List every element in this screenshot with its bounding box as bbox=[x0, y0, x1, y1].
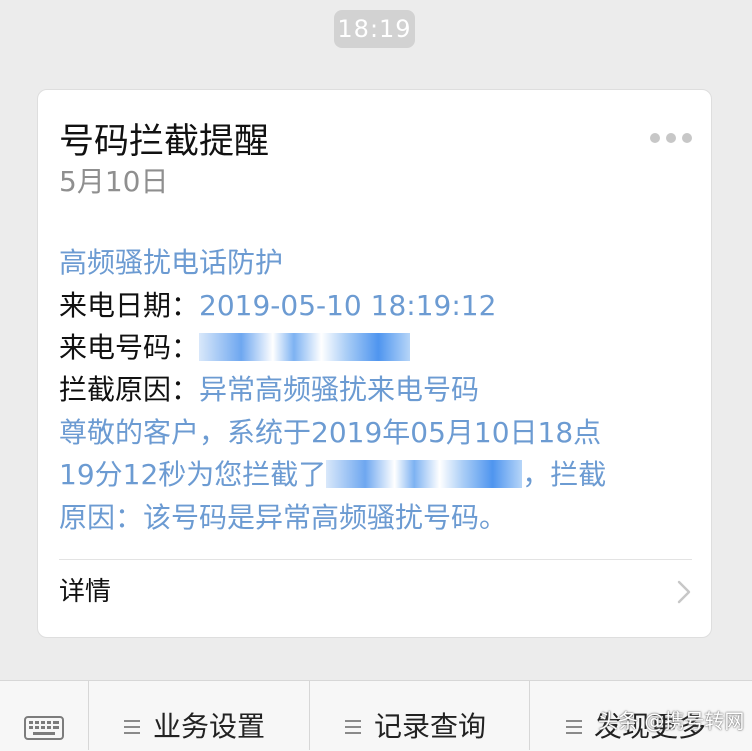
more-icon[interactable] bbox=[650, 130, 692, 146]
subtitle-line: 高频骚扰电话防护 bbox=[59, 243, 283, 283]
message-text-1: 尊敬的客户，系统于2019年05月10日18点 bbox=[59, 416, 602, 449]
menu-label-record-query: 记录查询 bbox=[374, 710, 487, 743]
chevron-right-icon[interactable] bbox=[670, 578, 698, 606]
call-date-label: 来电日期： bbox=[59, 289, 200, 322]
watermark: 头条 @携号转网 bbox=[598, 709, 745, 733]
message-line-1: 尊敬的客户，系统于2019年05月10日18点 bbox=[59, 413, 601, 453]
call-date-value: 2019-05-10 18:19:12 bbox=[199, 289, 497, 322]
call-number-line: 来电号码： bbox=[59, 328, 411, 368]
menu-lines-icon bbox=[566, 720, 582, 734]
card-title: 号码拦截提醒 bbox=[59, 122, 270, 162]
timestamp: 18:19 bbox=[334, 10, 415, 48]
message-text-2-prefix: 19分12秒为您拦截了 bbox=[59, 458, 327, 491]
menu-label-business-settings: 业务设置 bbox=[153, 710, 266, 743]
more-dot bbox=[650, 133, 660, 143]
message-line-2: 19分12秒为您拦截了 ，拦截 bbox=[59, 455, 606, 495]
more-dot bbox=[682, 133, 692, 143]
reason-value: 异常高频骚扰来电号码 bbox=[199, 373, 480, 406]
details-label: 详情 bbox=[59, 577, 112, 607]
keyboard-icon bbox=[24, 716, 64, 740]
card-date: 5月10日 bbox=[59, 165, 169, 198]
menu-lines-icon bbox=[124, 720, 140, 734]
call-date-line: 来电日期：2019-05-10 18:19:12 bbox=[59, 286, 496, 326]
reason-label: 拦截原因： bbox=[59, 373, 200, 406]
message-text-3: 原因：该号码是异常高频骚扰号码。 bbox=[59, 501, 508, 534]
more-dot bbox=[666, 133, 676, 143]
call-number-label: 来电号码： bbox=[59, 331, 200, 364]
message-text-2-suffix: ，拦截 bbox=[522, 458, 607, 491]
reason-line: 拦截原因：异常高频骚扰来电号码 bbox=[59, 370, 479, 410]
message-line-3: 原因：该号码是异常高频骚扰号码。 bbox=[59, 498, 507, 538]
masked-intercepted-number bbox=[326, 460, 523, 488]
subtitle-text: 高频骚扰电话防护 bbox=[59, 246, 284, 279]
masked-phone-number bbox=[199, 333, 411, 361]
details-row[interactable] bbox=[38, 560, 711, 628]
menu-lines-icon bbox=[345, 720, 361, 734]
